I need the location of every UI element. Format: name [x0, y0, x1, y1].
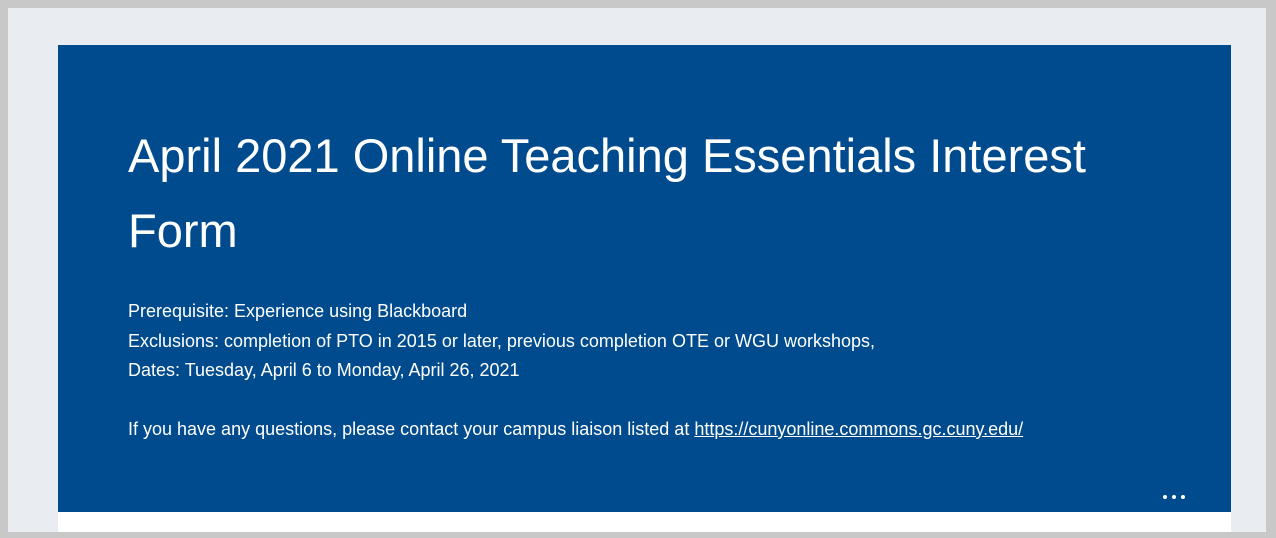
- dates-text: Dates: Tuesday, April 6 to Monday, April…: [128, 360, 520, 380]
- more-horizontal-icon: [1172, 495, 1176, 499]
- more-horizontal-icon: [1163, 495, 1167, 499]
- more-options-button[interactable]: [1156, 485, 1192, 509]
- form-header-card: April 2021 Online Teaching Essentials In…: [58, 45, 1231, 512]
- contact-text: If you have any questions, please contac…: [128, 415, 1208, 445]
- contact-prefix: If you have any questions, please contac…: [128, 419, 695, 439]
- exclusions-text: Exclusions: completion of PTO in 2015 or…: [128, 330, 875, 351]
- form-description: Prerequisite: Experience using Blackboar…: [128, 297, 1208, 445]
- form-title: April 2021 Online Teaching Essentials In…: [128, 129, 1086, 257]
- form-body-card: [58, 512, 1231, 532]
- more-horizontal-icon: [1181, 495, 1185, 499]
- cuny-online-link[interactable]: https://cunyonline.commons.gc.cuny.edu/: [694, 419, 1023, 439]
- form-viewport: April 2021 Online Teaching Essentials In…: [8, 8, 1266, 532]
- prerequisite-text: Prerequisite: Experience using Blackboar…: [128, 301, 468, 321]
